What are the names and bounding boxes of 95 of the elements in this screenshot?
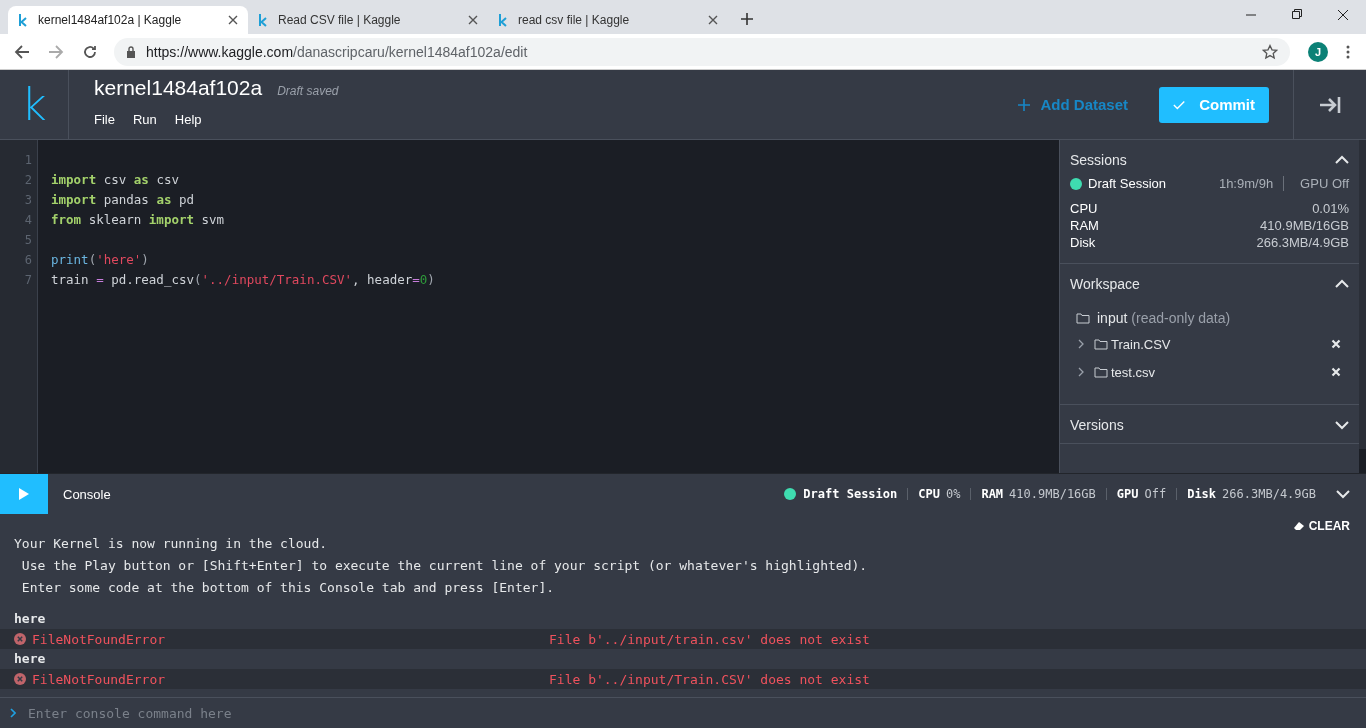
scrollbar[interactable] — [1359, 140, 1366, 473]
menu-item[interactable]: File — [94, 112, 115, 127]
reload-icon[interactable] — [82, 43, 98, 60]
close-icon[interactable] — [708, 15, 718, 25]
error-icon — [14, 633, 26, 645]
console-text: Your Kernel is now running in the cloud. — [14, 535, 329, 553]
session-name: Draft Session — [803, 487, 898, 501]
stat-label: GPU — [1116, 487, 1139, 501]
code-line: print('here') — [51, 251, 150, 269]
kaggle-logo-icon — [258, 13, 268, 27]
stat-value: 266.3MB/4.9GB — [1256, 234, 1349, 251]
gpu-status: GPU Off — [1299, 176, 1349, 191]
play-icon — [18, 487, 30, 501]
stat-value: 0.01% — [1312, 200, 1349, 217]
line-number: 2 — [23, 172, 33, 189]
kaggle-logo-icon — [498, 13, 508, 27]
section-title[interactable]: Sessions — [1070, 152, 1127, 168]
kaggle-logo-icon — [18, 13, 28, 27]
menu-item[interactable]: Run — [132, 112, 157, 127]
star-icon[interactable] — [1262, 43, 1278, 60]
collapse-icon[interactable] — [1335, 155, 1349, 165]
browser-tab[interactable]: Read CSV file | Kaggle — [248, 6, 488, 34]
address-bar[interactable]: https://www.kaggle.com/danascripcaru/kernel1484af102a/edit — [114, 37, 1290, 66]
console-output: here — [13, 610, 47, 628]
code-line: import pandas as pd — [51, 191, 195, 209]
section-title[interactable]: Workspace — [1070, 276, 1140, 292]
code-line: import csv as csv — [51, 171, 180, 189]
save-status: Draft saved — [277, 84, 339, 98]
stat-label: Disk — [1187, 487, 1217, 501]
prompt-icon — [10, 708, 16, 718]
expand-icon[interactable] — [1076, 367, 1086, 377]
more-icon[interactable] — [1346, 44, 1350, 59]
clear-button[interactable]: CLEAR — [1292, 518, 1350, 533]
code-line: from sklearn import svm — [51, 211, 226, 229]
folder-name[interactable]: input — [1097, 310, 1128, 326]
browser-tab[interactable]: kernel1484af102a | Kaggle — [8, 6, 248, 34]
status-dot — [1070, 177, 1082, 190]
stat-label: Disk — [1070, 234, 1096, 251]
folder-note: (read-only data) — [1131, 310, 1231, 326]
console-text: Enter some code at the bottom of this Console tab and press [Enter]. — [20, 579, 556, 597]
eraser-icon — [1292, 520, 1305, 531]
plus-icon — [1018, 98, 1031, 111]
line-number: 5 — [23, 232, 33, 249]
new-tab-icon[interactable] — [740, 12, 754, 26]
remove-icon[interactable] — [1331, 339, 1341, 349]
session-name: Draft Session — [1088, 176, 1168, 191]
collapse-panel-icon[interactable] — [1319, 95, 1341, 114]
stat-label: CPU — [1070, 200, 1098, 217]
file-name[interactable]: Train.CSV — [1111, 336, 1331, 352]
stat-value: 0% — [945, 487, 961, 501]
section-title[interactable]: Versions — [1070, 417, 1124, 433]
stat-value: Off — [1144, 487, 1167, 501]
console-text: Use the Play button or [Shift+Enter] to execute the current line of your script (or whatever's highlighted). — [20, 557, 869, 575]
stat-label: RAM — [981, 487, 1004, 501]
line-number: 4 — [23, 212, 33, 229]
check-icon — [1173, 99, 1186, 110]
stat-value: 266.3MB/4.9GB — [1222, 487, 1316, 501]
logo[interactable]: k — [0, 70, 69, 139]
stat-value: 410.9MB/16GB — [1260, 217, 1349, 234]
code-line: train = pd.read_csv('../input/Train.CSV', header=0) — [51, 271, 435, 289]
session-time: 1h:9m/9h — [1218, 176, 1285, 191]
expand-icon[interactable] — [1336, 489, 1350, 499]
stat-value: 410.9MB/16GB — [1009, 487, 1096, 501]
kernel-title: kernel1484af102a — [94, 76, 263, 100]
error-icon — [14, 673, 26, 685]
error-name: FileNotFoundError — [32, 631, 167, 647]
collapse-icon[interactable] — [1335, 279, 1349, 289]
stat-label: RAM — [1070, 217, 1099, 234]
status-dot — [784, 488, 797, 500]
expand-icon[interactable] — [1076, 339, 1086, 349]
console-title: Console — [63, 486, 112, 502]
lock-icon — [126, 45, 136, 58]
close-icon[interactable] — [228, 15, 238, 25]
folder-icon — [1094, 366, 1108, 378]
line-number: 3 — [23, 192, 33, 209]
console-input[interactable]: Enter console command here — [26, 704, 1366, 722]
close-icon[interactable] — [468, 15, 478, 25]
folder-icon — [1076, 312, 1090, 324]
browser-tab[interactable]: read csv file | Kaggle — [488, 6, 728, 34]
line-number: 7 — [23, 272, 33, 289]
error-message: File b'../input/Train.CSV' does not exist — [549, 671, 870, 687]
error-message: File b'../input/train.csv' does not exist — [549, 631, 870, 647]
stat-label: CPU — [918, 487, 940, 501]
expand-icon[interactable] — [1335, 420, 1349, 430]
profile-avatar[interactable]: J — [1308, 41, 1328, 62]
back-icon[interactable] — [14, 43, 30, 60]
remove-icon[interactable] — [1331, 367, 1341, 377]
error-name: FileNotFoundError — [32, 671, 167, 687]
folder-icon — [1094, 338, 1108, 350]
line-number: 1 — [23, 152, 33, 169]
menu-item[interactable]: Help — [174, 112, 202, 127]
url-text: https://www.kaggle.com/danascripcaru/kernel1484af102a/edit — [146, 43, 529, 60]
line-number: 6 — [23, 252, 33, 269]
file-name[interactable]: test.csv — [1111, 364, 1331, 380]
console-output: here — [13, 650, 47, 668]
